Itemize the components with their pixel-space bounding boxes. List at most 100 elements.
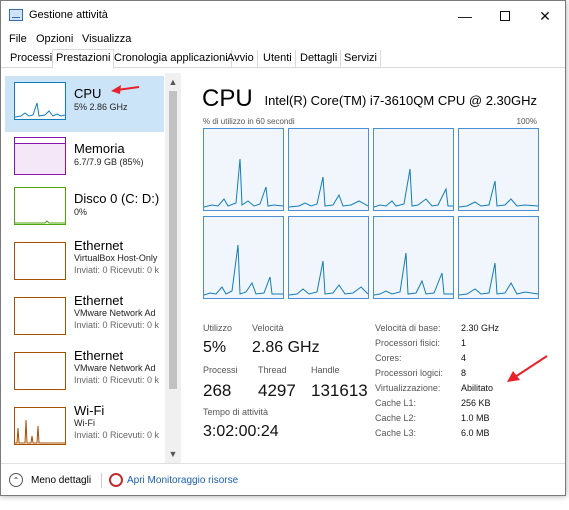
core-graph [458, 128, 539, 211]
tab-processi[interactable]: Processi [7, 50, 57, 68]
handle-label: Handle [311, 365, 340, 375]
info-value: 6.0 MB [461, 428, 490, 438]
tab-servizi[interactable]: Servizi [341, 50, 382, 68]
core-graph [203, 216, 284, 299]
sidebar-item-disco[interactable]: Disco 0 (C: D:) 0% [5, 181, 165, 237]
core-graph [288, 216, 369, 299]
info-label: Cache L3: [375, 428, 417, 438]
menu-file[interactable]: File [9, 33, 27, 45]
sidebar-item-ethernet-1[interactable]: Ethernet VirtualBox Host-Only Inviati: 0… [5, 236, 165, 292]
annotation-arrow-icon [507, 355, 548, 382]
info-label: Cache L1: [375, 398, 417, 408]
cpu-core-graphs [203, 128, 540, 302]
core-graph [288, 128, 369, 211]
close-button[interactable]: ✕ [525, 1, 565, 31]
sidebar-item-ethernet-3[interactable]: Ethernet VMware Network Ad Inviati: 0 Ri… [5, 346, 165, 402]
maximize-icon [500, 11, 510, 21]
resource-monitor-icon [109, 473, 123, 487]
minimize-icon: — [458, 8, 472, 24]
tab-prestazioni[interactable]: Prestazioni [52, 49, 115, 69]
cpu-thumbnail-graph [14, 82, 66, 120]
info-value: 8 [461, 368, 467, 378]
core-graph [373, 128, 454, 211]
sidebar-item-detail: Wi-Fi [74, 418, 95, 428]
info-label: Processori fisici: [375, 338, 441, 348]
info-label: Velocità di base: [375, 323, 441, 333]
utilizzo-label: Utilizzo [203, 323, 233, 333]
menu-visualizza[interactable]: Visualizza [82, 33, 131, 45]
graph-caption: % di utilizzo in 60 secondi [203, 117, 295, 126]
footer-bar: ⌃ Meno dettagli Apri Monitoraggio risors… [1, 463, 565, 495]
utilizzo-value: 5% [203, 339, 227, 356]
sidebar-item-ethernet-2[interactable]: Ethernet VMware Network Ad Inviati: 0 Ri… [5, 291, 165, 347]
window-title: Gestione attività [29, 9, 108, 21]
collapse-details-button[interactable]: ⌃ [9, 473, 23, 487]
info-label: Cores: [375, 353, 402, 363]
tab-utenti[interactable]: Utenti [260, 50, 296, 68]
menu-bar: File Opzioni Visualizza [1, 31, 565, 49]
sidebar-scrollbar[interactable]: ▲ ▼ [165, 73, 181, 463]
core-graph [203, 128, 284, 211]
info-value: 256 KB [461, 398, 491, 408]
sidebar-item-detail: 6.7/7.9 GB (85%) [74, 157, 144, 167]
scroll-up-icon[interactable]: ▲ [165, 75, 181, 89]
tab-avvio[interactable]: Avvio [224, 50, 258, 68]
core-graph [458, 216, 539, 299]
processi-label: Processi [203, 365, 238, 375]
ethernet-thumbnail-graph [14, 352, 66, 390]
info-value: 4 [461, 353, 467, 363]
sidebar-item-title: CPU [74, 86, 102, 101]
sidebar-item-traffic: Inviati: 0 Ricevuti: 0 k [74, 265, 160, 275]
sidebar-item-title: Ethernet [74, 238, 124, 253]
sidebar-item-detail: VMware Network Ad [74, 363, 156, 373]
minimize-button[interactable]: — [445, 1, 485, 31]
sidebar-item-wifi[interactable]: Wi-Fi Wi-Fi Inviati: 0 Ricevuti: 0 k [5, 401, 165, 457]
maximize-button[interactable] [485, 1, 525, 31]
processi-value: 268 [203, 381, 232, 400]
title-bar: Gestione attività — ✕ [1, 1, 565, 31]
sidebar-item-detail: VMware Network Ad [74, 308, 156, 318]
sidebar-item-memoria[interactable]: Memoria 6.7/7.9 GB (85%) [5, 131, 165, 187]
velocita-label: Velocità [252, 323, 284, 333]
core-graph [373, 216, 454, 299]
menu-opzioni[interactable]: Opzioni [36, 33, 73, 45]
tab-strip: Processi Prestazioni Cronologia applicaz… [1, 49, 565, 69]
memory-thumbnail-graph [14, 137, 66, 175]
sidebar-item-title: Ethernet [74, 293, 124, 308]
sidebar-item-title: Disco 0 (C: D:) [74, 191, 160, 206]
open-resource-monitor-link[interactable]: Apri Monitoraggio risorse [127, 475, 238, 486]
handle-value: 131613 [311, 381, 368, 400]
tab-dettagli[interactable]: Dettagli [297, 50, 342, 68]
velocita-value: 2.86 GHz [252, 339, 320, 356]
sidebar-item-detail: VirtualBox Host-Only [74, 253, 158, 263]
less-details-link[interactable]: Meno dettagli [31, 475, 91, 486]
uptime-label: Tempo di attività [203, 407, 269, 417]
uptime-value: 3:02:00:24 [203, 423, 279, 440]
sidebar-item-title: Wi-Fi [74, 403, 105, 418]
task-manager-window: Gestione attività — ✕ File Opzioni Visua… [0, 0, 566, 496]
ethernet-thumbnail-graph [14, 242, 66, 280]
thread-value: 4297 [258, 381, 296, 400]
sidebar-item-detail: 0% [74, 207, 88, 217]
sidebar-item-detail: 5% 2.86 GHz [74, 102, 128, 112]
sidebar-item-traffic: Inviati: 0 Ricevuti: 0 k [74, 430, 160, 440]
info-value: 2.30 GHz [461, 323, 500, 333]
task-manager-icon [9, 9, 23, 21]
cpu-model-name: Intel(R) Core(TM) i7-3610QM CPU @ 2.30GH… [264, 93, 537, 108]
info-value: 1 [461, 338, 467, 348]
close-icon: ✕ [539, 7, 551, 24]
disk-thumbnail-graph [14, 187, 66, 225]
info-label: Virtualizzazione: [375, 383, 441, 393]
info-label: Cache L2: [375, 413, 417, 423]
chevron-up-icon: ⌃ [12, 475, 20, 485]
wifi-thumbnail-graph [14, 407, 66, 445]
tab-cronologia-applicazioni[interactable]: Cronologia applicazioni [111, 50, 232, 68]
sidebar-item-traffic: Inviati: 0 Ricevuti: 0 k [74, 375, 160, 385]
thread-label: Thread [258, 365, 287, 375]
resource-sidebar: CPU 5% 2.86 GHz Memoria 6.7/7.9 GB (85%)… [1, 73, 181, 463]
footer-divider [101, 473, 102, 488]
scrollbar-thumb[interactable] [169, 91, 177, 389]
ethernet-thumbnail-graph [14, 297, 66, 335]
scroll-down-icon[interactable]: ▼ [165, 447, 181, 461]
sidebar-item-title: Memoria [74, 141, 125, 156]
